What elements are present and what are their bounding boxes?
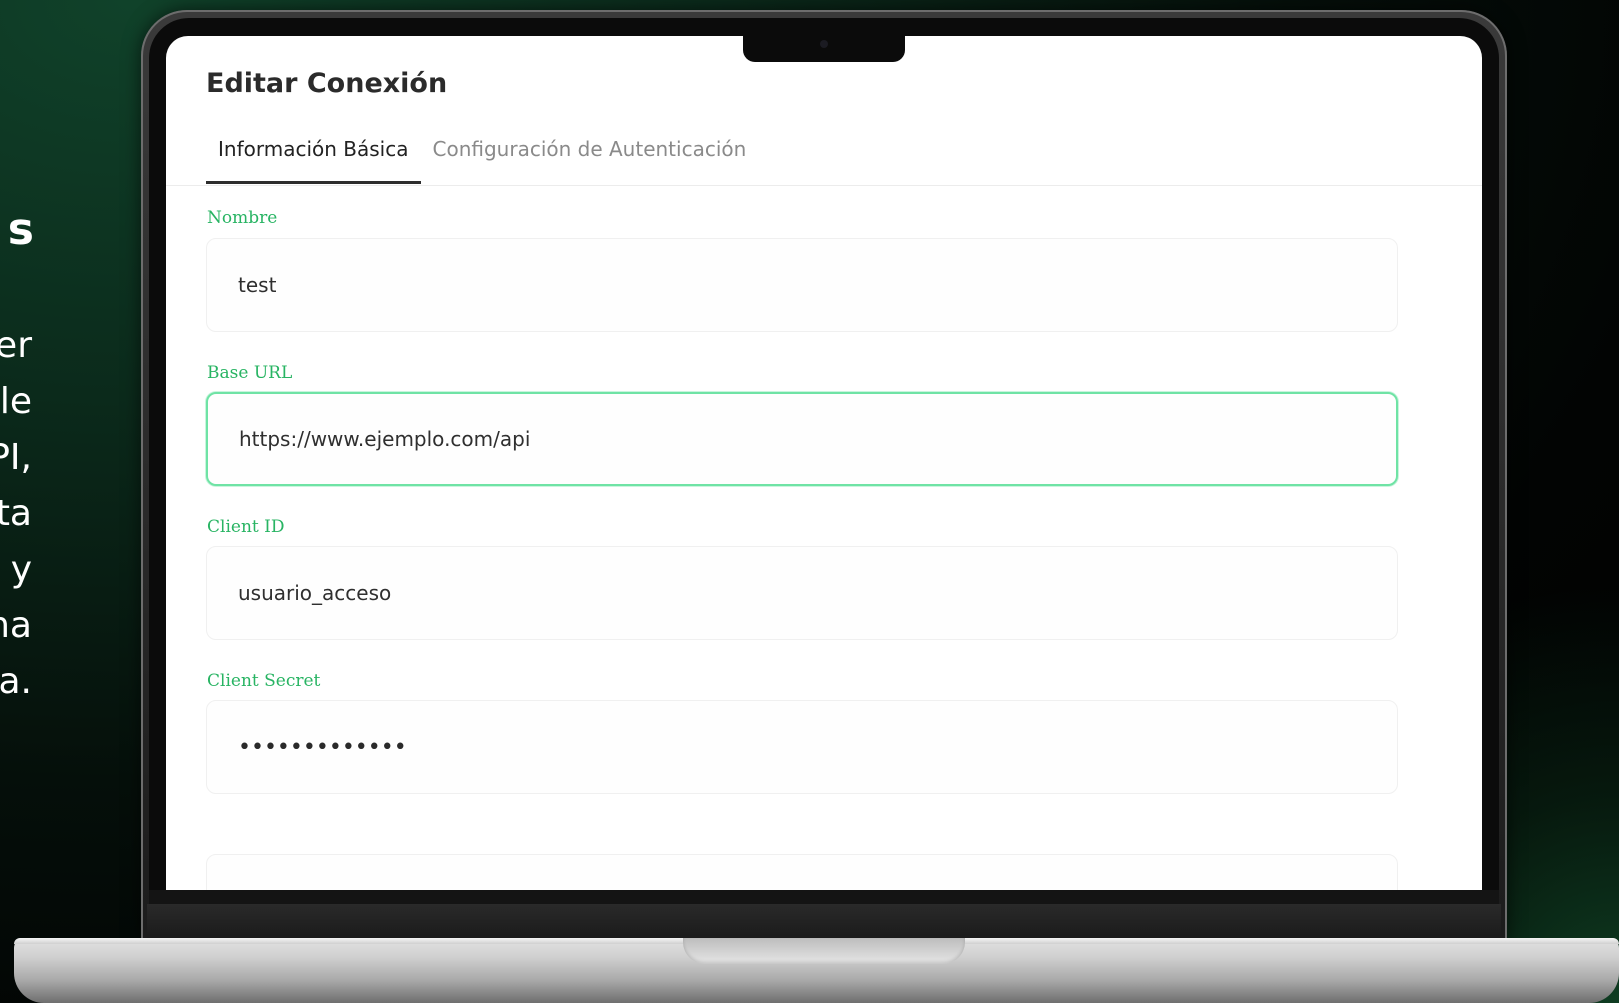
client-id-input[interactable]: usuario_acceso: [206, 546, 1398, 640]
next-field-partial[interactable]: [206, 854, 1398, 890]
promo-line: y: [10, 549, 32, 590]
nombre-label: Nombre: [207, 208, 278, 228]
screen-bottom-bezel: [149, 890, 1499, 904]
promo-line: er: [0, 325, 32, 366]
tab-bar: Información Básica Configuración de Aute…: [206, 134, 758, 184]
client-secret-label: Client Secret: [207, 671, 321, 691]
promo-heading: s: [7, 204, 34, 255]
promo-line: a.: [0, 661, 32, 702]
camera-notch: [743, 34, 905, 62]
nombre-input[interactable]: test: [206, 238, 1398, 332]
promo-body: er le PI, ta y na a.: [0, 318, 32, 710]
promo-line: ta: [0, 493, 32, 534]
base-url-input[interactable]: https://www.ejemplo.com/api: [206, 392, 1398, 486]
client-id-label: Client ID: [207, 517, 285, 537]
tab-informacion-basica[interactable]: Información Básica: [206, 134, 421, 184]
promo-line: na: [0, 605, 32, 646]
laptop-open-notch: [683, 938, 965, 964]
promo-text-cropped: s er le PI, ta y na a.: [0, 0, 40, 1003]
promo-line: PI,: [0, 437, 32, 478]
camera-icon: [820, 40, 828, 48]
lid-bottom: [147, 904, 1501, 940]
dialog-title: Editar Conexión: [206, 68, 448, 99]
promo-line: le: [0, 381, 32, 422]
client-secret-input[interactable]: •••••••••••••: [206, 700, 1398, 794]
tab-configuracion-autenticacion[interactable]: Configuración de Autenticación: [421, 134, 759, 184]
base-url-label: Base URL: [207, 363, 293, 383]
laptop-screen: Editar Conexión Información Básica Confi…: [166, 36, 1482, 890]
tab-divider: [166, 185, 1482, 186]
